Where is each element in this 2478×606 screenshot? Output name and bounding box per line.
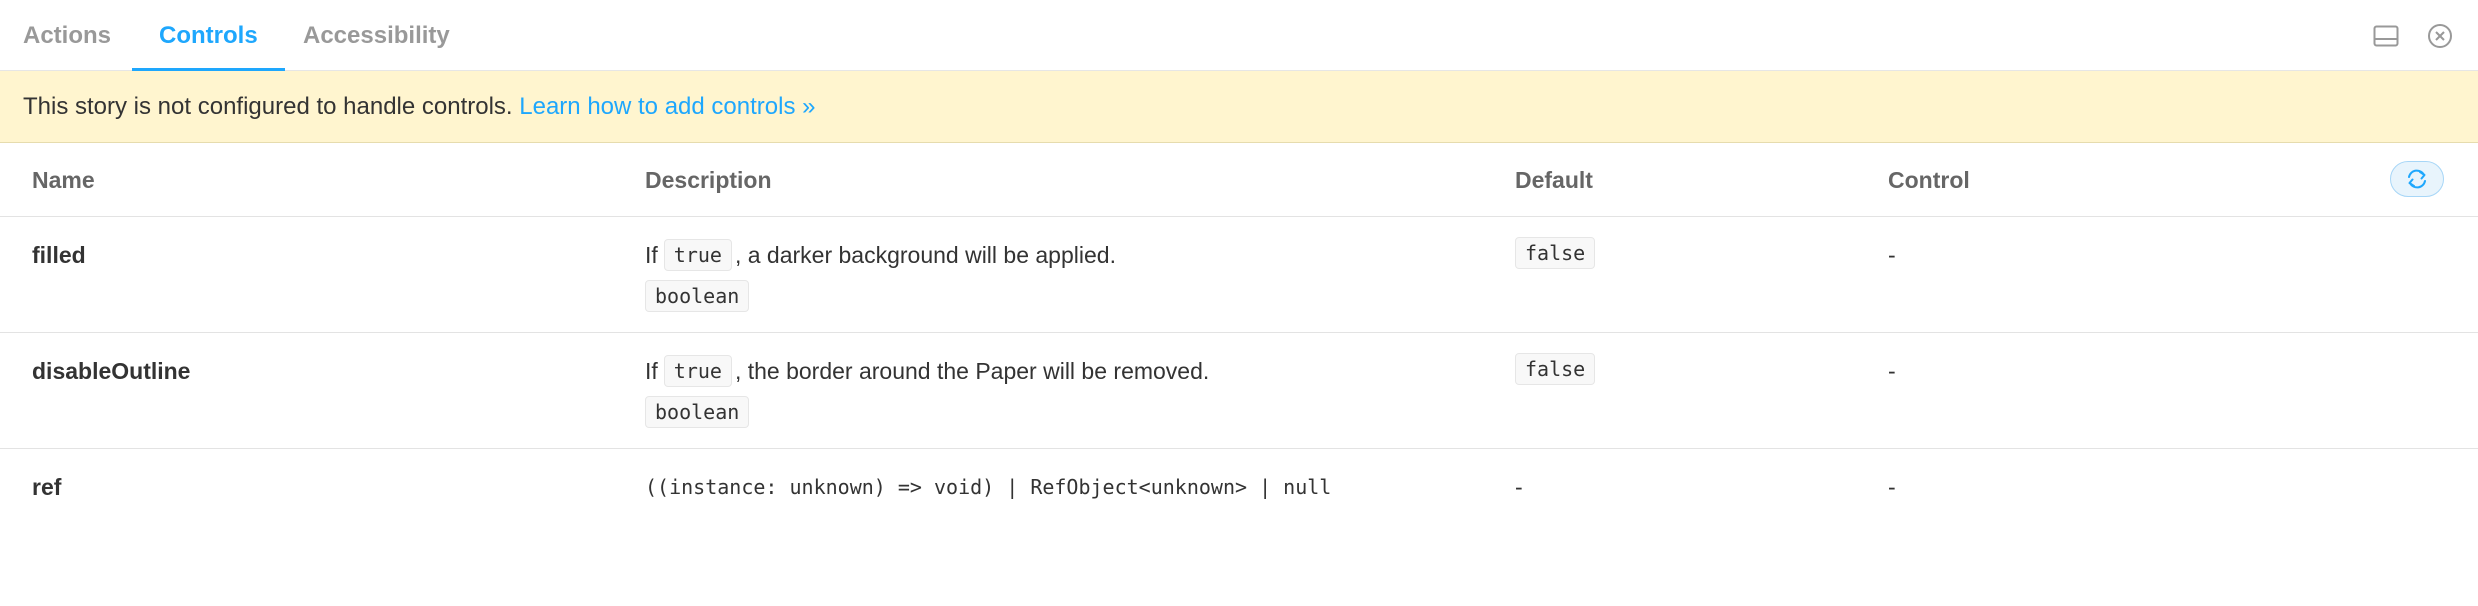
- prop-type: boolean: [645, 280, 750, 312]
- description-prefix: If: [645, 242, 658, 268]
- controls-warning-banner: This story is not configured to handle c…: [0, 71, 2478, 143]
- prop-type-signature: ((instance: unknown) => void) | RefObjec…: [645, 475, 1332, 499]
- table-row: disableOutline If true , the border arou…: [0, 333, 2478, 449]
- close-panel-button[interactable]: [2424, 20, 2456, 52]
- description-suffix: , a darker background will be applied.: [734, 242, 1116, 268]
- prop-description: If true , the border around the Paper wi…: [645, 353, 1209, 389]
- prop-control: -: [1888, 474, 1896, 500]
- header-description: Description: [645, 167, 772, 193]
- table-row: filled If true , a darker background wil…: [0, 217, 2478, 333]
- header-name: Name: [32, 167, 95, 193]
- learn-controls-link[interactable]: Learn how to add controls »: [519, 93, 815, 120]
- banner-message: This story is not configured to handle c…: [23, 93, 513, 120]
- prop-name: filled: [32, 242, 86, 268]
- prop-control: -: [1888, 358, 1896, 384]
- tab-controls[interactable]: Controls: [132, 0, 285, 72]
- header-control: Control: [1888, 167, 1970, 193]
- prop-type: boolean: [645, 396, 750, 428]
- table-row: ref ((instance: unknown) => void) | RefO…: [0, 449, 2478, 565]
- prop-default: -: [1515, 474, 1523, 500]
- panel-bottom-icon: [2373, 25, 2399, 47]
- description-prefix: If: [645, 358, 658, 384]
- prop-default: false: [1515, 237, 1596, 269]
- addons-tab-bar: Actions Controls Accessibility: [0, 0, 2478, 72]
- prop-control: -: [1888, 242, 1896, 268]
- prop-default: false: [1515, 353, 1596, 385]
- tab-accessibility[interactable]: Accessibility: [303, 0, 450, 71]
- header-default: Default: [1515, 167, 1593, 193]
- panel-orientation-button[interactable]: [2370, 20, 2402, 52]
- sync-icon: [2408, 169, 2426, 189]
- description-code: true: [663, 239, 732, 271]
- prop-name: ref: [32, 474, 62, 500]
- description-suffix: , the border around the Paper will be re…: [734, 358, 1210, 384]
- prop-name: disableOutline: [32, 358, 191, 384]
- addons-panel: Actions Controls Accessibility This stor…: [0, 0, 2478, 606]
- close-circle-icon: [2428, 24, 2452, 48]
- args-table-header: Name Description Default Control: [0, 143, 2478, 217]
- prop-description: If true , a darker background will be ap…: [645, 237, 1116, 273]
- reset-controls-button[interactable]: [2390, 161, 2444, 197]
- tab-actions[interactable]: Actions: [23, 0, 111, 71]
- description-code: true: [663, 355, 732, 387]
